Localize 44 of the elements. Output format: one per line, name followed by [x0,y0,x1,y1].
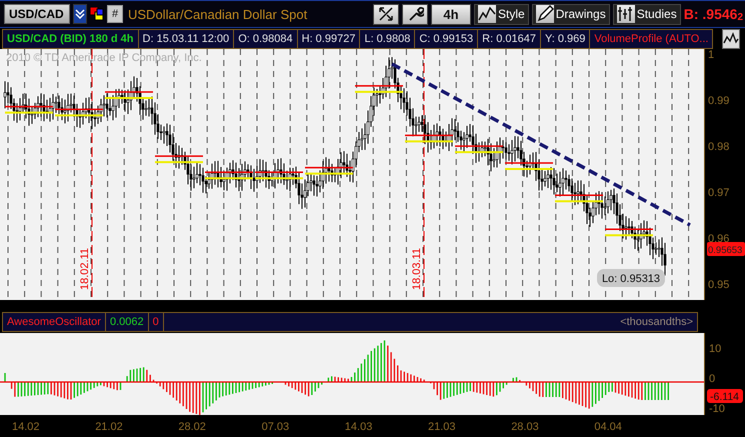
grid-button[interactable]: # [107,5,123,23]
aggregation-button[interactable]: 4h [431,4,471,24]
last-price-badge: 0.95653 [707,242,745,256]
date-marker: 18.02.11 [79,248,91,290]
axis-label: 14.02 [12,421,40,433]
bid-price: B: .9546$_{2}$ [684,6,744,22]
axis-label: 0.95 [708,279,730,291]
axis-label: -10 [709,403,725,415]
axis-label: 28.02 [178,421,206,433]
price-field: R: 0.01647 [478,29,541,49]
axis-label: 21.02 [95,421,123,433]
axis-label: 0 [709,373,716,385]
date-marker: 18.03.11 [411,248,423,290]
axis-label: 28.03 [511,421,539,433]
price-field: H: 0.99727 [298,29,360,49]
units-label: <thousandths> [164,312,698,332]
axis-label: 0.99 [708,95,730,107]
price-field: L: 0.9808 [360,29,416,49]
last-value-badge: -6.114 [707,389,744,403]
indicator-name: AwesomeOscillator [2,312,106,332]
copyright-text: 2010 © TD Ameritrade IP Company, Inc. [6,52,202,64]
price-field: O: 0.98084 [234,29,298,49]
axis-label: 21.03 [428,421,456,433]
low-price-label: Lo: 0.95313 [597,269,665,287]
axis-label: 1 [708,49,714,61]
price-field: D: 15.03.11 12:00 [138,29,234,49]
symbol-field[interactable]: USD/CAD [4,4,70,24]
axis-label: 07.03 [262,421,290,433]
study-label: VolumeProfile (AUTO... [590,29,714,49]
toolbar-button[interactable]: Style [474,4,529,24]
toolbar-button[interactable]: Studies [612,4,681,24]
price-field: C: 0.99153 [415,29,478,49]
toolbar-button[interactable]: Drawings [532,4,610,24]
chart-title: USD/CAD (BID) 180 d 4h [2,29,139,49]
axis-label: 14.03 [344,421,372,433]
axis-label: 10 [709,343,722,355]
price-field: Y: 0.969 [540,29,590,49]
axis-label: 0.96 [708,233,730,245]
indicator-value: 0.0062 [106,312,149,332]
axis-label: 0.98 [708,141,730,153]
axis-label: 0.97 [708,187,730,199]
axis-label: 04.04 [594,421,622,433]
indicator-value: 0 [148,312,164,332]
symbol-description: USDollar/Canadian Dollar Spot [128,6,308,22]
